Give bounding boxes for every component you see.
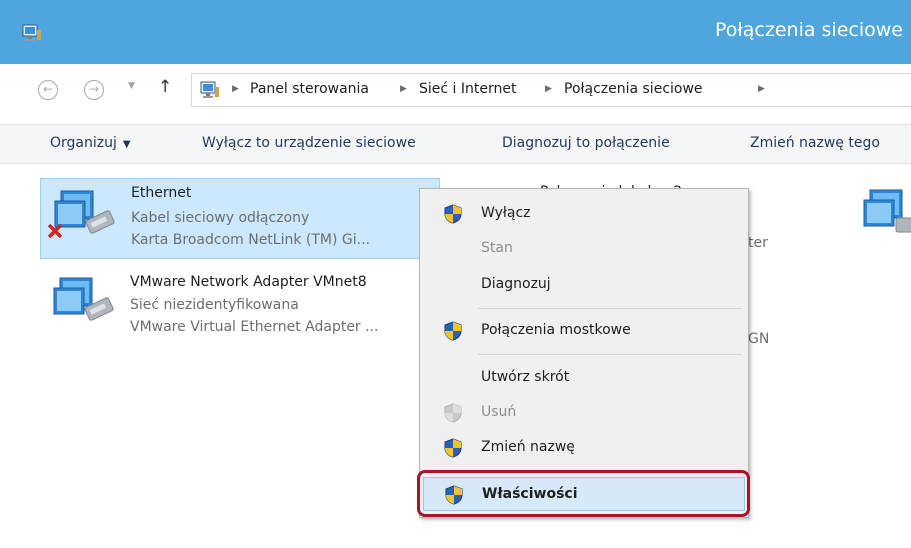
window-title: Połączenia sieciowe [714, 19, 903, 41]
uac-shield-icon [444, 438, 462, 458]
menu-separator [478, 308, 742, 309]
menu-item-delete[interactable]: Usuń [420, 396, 748, 430]
title-bar: Połączenia sieciowe [0, 0, 911, 64]
menu-item-rename[interactable]: Zmień nazwę [420, 431, 748, 465]
address-bar[interactable]: ▶ Panel sterowania ▶ Sieć i Internet ▶ P… [191, 73, 911, 107]
breadcrumb-separator-icon[interactable]: ▶ [232, 84, 239, 94]
up-arrow-icon[interactable]: ↑ [158, 77, 172, 97]
diagnose-connection-button[interactable]: Diagnozuj to połączenie [502, 135, 670, 151]
uac-shield-icon [444, 321, 462, 341]
menu-item-label: Zmień nazwę [481, 439, 575, 455]
disable-device-button[interactable]: Wyłącz to urządzenie sieciowe [202, 135, 416, 151]
connection-adapter-partial: ter [748, 235, 768, 251]
network-connections-icon [200, 81, 219, 98]
connection-adapter-partial: GN [748, 331, 770, 347]
disconnected-x-icon [47, 223, 63, 239]
highlight-annotation [417, 470, 750, 517]
context-menu: Wyłącz Stan Diagnozuj Połączenia mostkow… [419, 188, 749, 518]
breadcrumb-network-connections[interactable]: Połączenia sieciowe [564, 81, 703, 97]
organize-button[interactable]: Organizuj ▼ [50, 135, 131, 151]
connection-item-vmnet8[interactable]: VMware Network Adapter VMnet8 Sieć niezi… [40, 266, 440, 350]
menu-item-label: Wyłącz [481, 205, 531, 221]
menu-item-bridge-connections[interactable]: Połączenia mostkowe [420, 314, 748, 348]
menu-item-label: Stan [481, 240, 513, 256]
menu-item-label: Diagnozuj [481, 276, 551, 292]
connection-adapter: VMware Virtual Ethernet Adapter ... [130, 319, 379, 335]
menu-separator [478, 354, 742, 355]
back-arrow-icon[interactable]: ← [38, 80, 58, 100]
network-connections-icon [22, 24, 41, 41]
breadcrumb-network-internet[interactable]: Sieć i Internet [419, 81, 516, 97]
menu-item-disable[interactable]: Wyłącz [420, 197, 748, 231]
connection-item-ethernet[interactable]: Ethernet Kabel sieciowy odłączony Karta … [40, 178, 440, 259]
breadcrumb-separator-icon[interactable]: ▶ [400, 84, 407, 94]
forward-arrow-icon[interactable]: → [84, 80, 104, 100]
recent-locations-chevron-icon[interactable]: ▼ [128, 81, 135, 91]
connection-status: Sieć niezidentyfikowana [130, 297, 299, 313]
connection-name: Ethernet [131, 185, 192, 201]
navigation-bar: ← → ▼ ↑ ▶ Panel sterowania ▶ Sieć i Inte… [0, 64, 911, 116]
organize-label: Organizuj [50, 135, 117, 151]
menu-item-label: Usuń [481, 404, 517, 420]
connection-adapter: Karta Broadcom NetLink (TM) Gi... [131, 232, 371, 248]
menu-item-diagnose[interactable]: Diagnozuj [420, 268, 748, 302]
menu-item-label: Połączenia mostkowe [481, 322, 631, 338]
network-adapter-icon[interactable] [856, 184, 911, 244]
command-bar: Organizuj ▼ Wyłącz to urządzenie sieciowe… [0, 124, 911, 164]
uac-shield-icon [444, 403, 462, 423]
connection-status: Kabel sieciowy odłączony [131, 210, 310, 226]
rename-connection-button[interactable]: Zmień nazwę tego [750, 135, 880, 151]
network-adapter-icon [53, 277, 114, 321]
menu-item-label: Utwórz skrót [481, 369, 570, 385]
menu-item-status[interactable]: Stan [420, 232, 748, 266]
connection-name: VMware Network Adapter VMnet8 [130, 274, 367, 290]
breadcrumb-separator-icon[interactable]: ▶ [545, 84, 552, 94]
breadcrumb-control-panel[interactable]: Panel sterowania [250, 81, 369, 97]
menu-item-create-shortcut[interactable]: Utwórz skrót [420, 361, 748, 395]
uac-shield-icon [444, 204, 462, 224]
chevron-down-icon: ▼ [122, 139, 131, 150]
breadcrumb-separator-icon[interactable]: ▶ [758, 84, 765, 94]
